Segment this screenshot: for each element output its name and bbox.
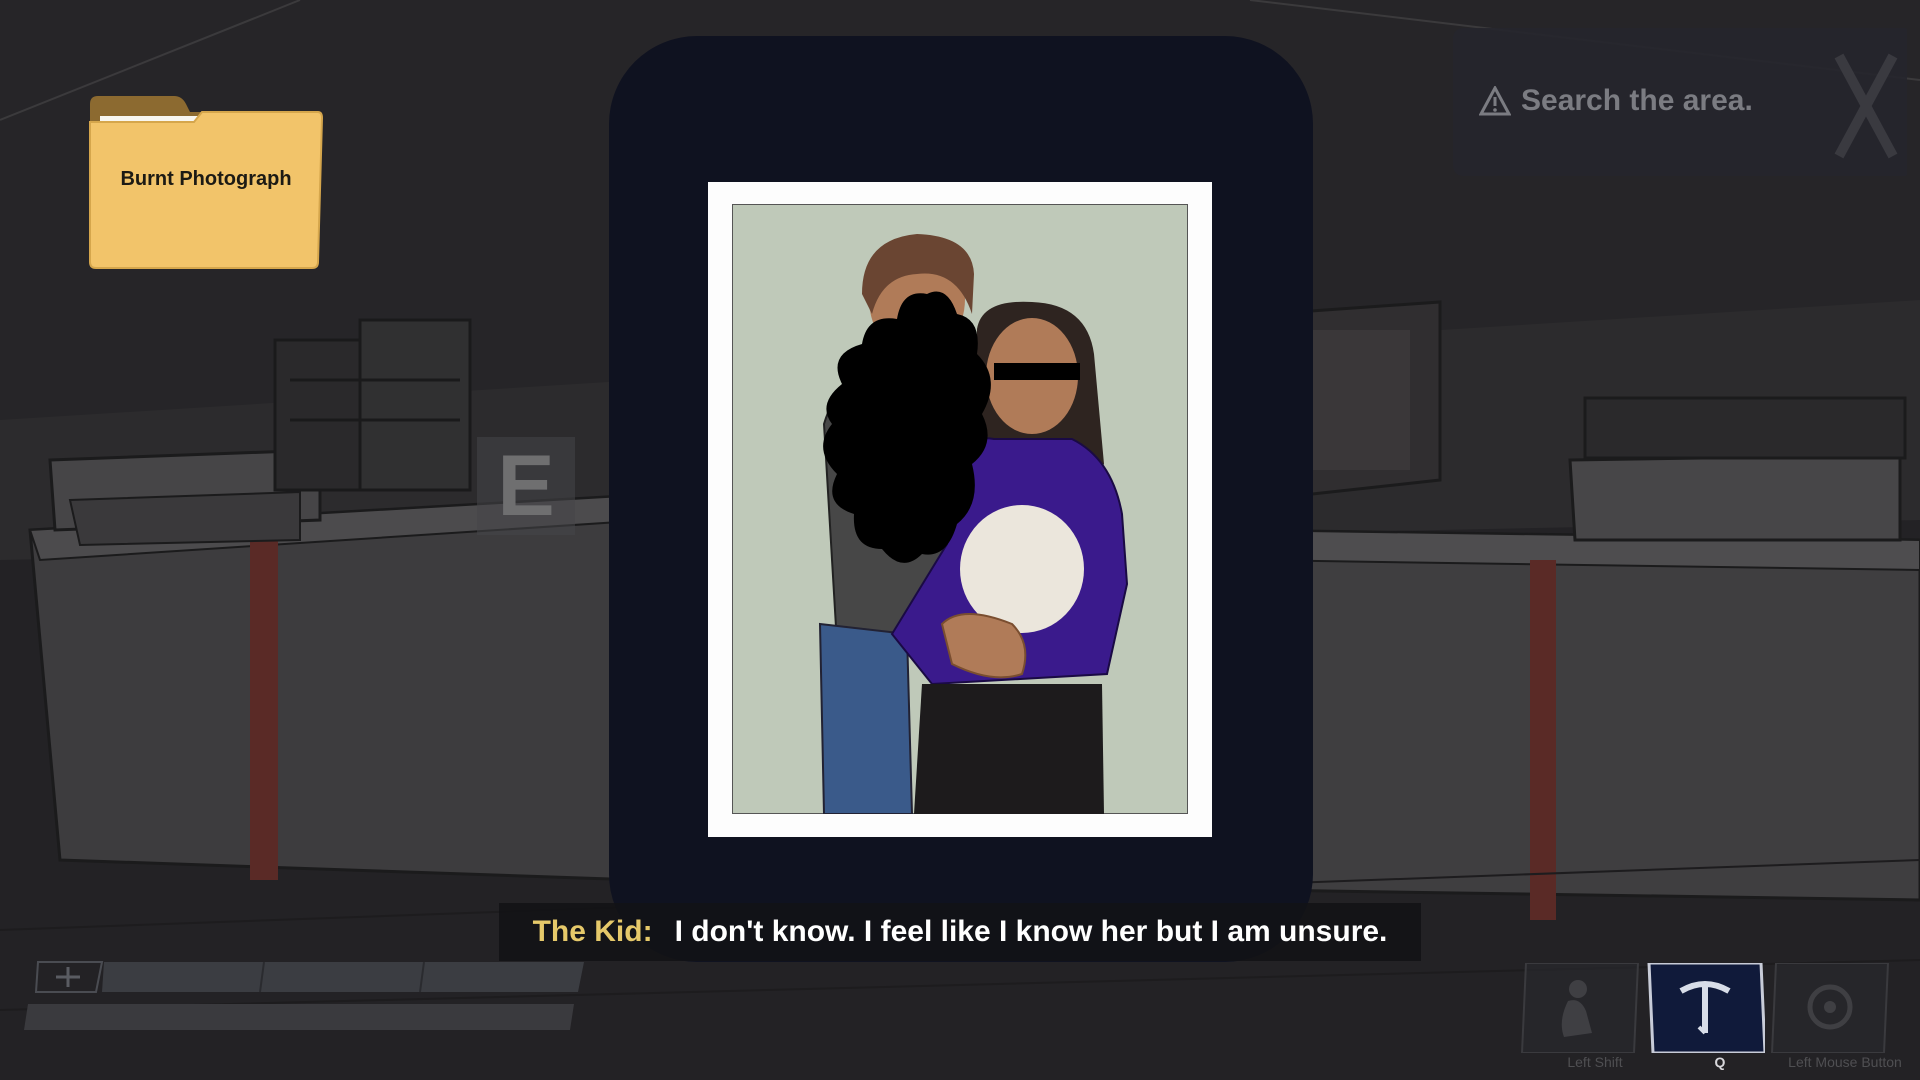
objective-text: Search the area. [1521,84,1753,117]
ability-crouch-label: Left Shift [1567,1054,1623,1070]
health-bars [24,961,584,1030]
dialogue-line: I don't know. I feel like I know her but… [674,915,1388,948]
warning-triangle-icon [1479,86,1511,116]
speaker-name: The Kid: [532,915,653,948]
ability-crouch[interactable] [1520,963,1640,1053]
ability-gear-label: Left Mouse Button [1788,1054,1902,1070]
photo-illustration [732,204,1188,814]
objective-panel: Search the area. [1453,28,1907,176]
document-title: Burnt Photograph [120,168,292,190]
ability-sign-label: Q [1714,1054,1726,1070]
burnt-photograph[interactable] [708,182,1212,837]
close-x-icon[interactable] [1833,46,1899,166]
ability-sign[interactable] [1645,963,1765,1053]
interact-key-hint: E [477,437,575,535]
dialogue-subtitle: The Kid: I don't know. I feel like I kno… [499,903,1421,961]
ability-gear[interactable] [1770,963,1890,1053]
